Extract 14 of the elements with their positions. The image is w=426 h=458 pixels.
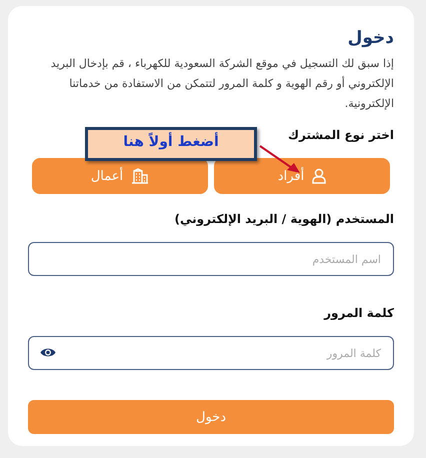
- page-title: دخول: [346, 28, 394, 48]
- field-label: كلمة المرور: [324, 306, 394, 320]
- callout-note: أضغط أولاً هنا: [85, 127, 257, 161]
- field-label: المستخدم (الهوية / البريد الإلكتروني): [174, 212, 394, 226]
- password-field[interactable]: كلمة المرور: [28, 336, 394, 370]
- field-label: اختر نوع المشترك: [288, 128, 394, 142]
- building-icon: [131, 168, 150, 184]
- eye-icon[interactable]: [40, 347, 56, 358]
- subscriber-type-button[interactable]: أفراد: [214, 158, 390, 194]
- intro-text: إذا سبق لك التسجيل في موقع الشركة السعودية للكهرباء ، قم بإدخال البريد الإلكتروني أو رقم الهوية و كلمة المرور لتتمكن من الاستفادة من خدماتنا الإلكترونية.: [50, 56, 394, 112]
- username-field[interactable]: اسم المستخدم: [28, 242, 394, 276]
- subscriber-type-button[interactable]: أعمال: [32, 158, 208, 194]
- person-icon: [312, 168, 326, 184]
- login-button[interactable]: دخول: [28, 400, 394, 434]
